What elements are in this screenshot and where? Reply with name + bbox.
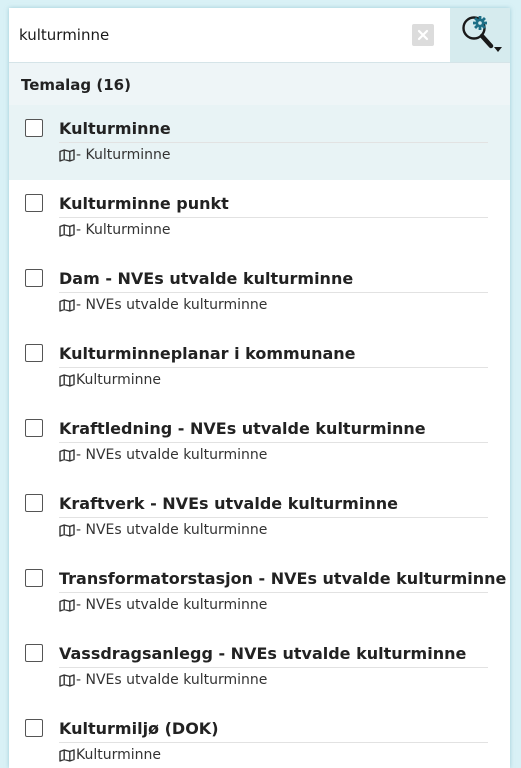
result-checkbox[interactable]: [25, 269, 43, 287]
map-icon: [59, 673, 75, 687]
result-title: Kraftledning - NVEs utvalde kulturminne: [59, 419, 426, 438]
search-panel: Temalag (16) Kulturminne - Kulturminne K…: [9, 8, 510, 768]
result-subtitle: - NVEs utvalde kulturminne: [59, 446, 267, 464]
result-divider: [59, 667, 488, 668]
close-icon: [417, 29, 429, 41]
result-subtitle: Kulturminne: [59, 371, 161, 389]
map-icon: [59, 598, 75, 612]
result-subtitle: - NVEs utvalde kulturminne: [59, 521, 267, 539]
result-subtitle: - Kulturminne: [59, 146, 171, 164]
result-subtitle-text: - NVEs utvalde kulturminne: [76, 297, 268, 313]
result-divider: [59, 742, 488, 743]
result-checkbox[interactable]: [25, 644, 43, 662]
result-item[interactable]: Kulturminne - Kulturminne: [9, 105, 510, 180]
result-item[interactable]: Vassdragsanlegg - NVEs utvalde kulturmin…: [9, 630, 510, 705]
result-checkbox[interactable]: [25, 719, 43, 737]
result-item[interactable]: Kulturminneplanar i kommunane Kulturminn…: [9, 330, 510, 405]
map-icon: [59, 748, 75, 762]
result-divider: [59, 367, 488, 368]
category-header: Temalag (16): [9, 62, 510, 105]
result-subtitle: - Kulturminne: [59, 221, 171, 239]
clear-search-button[interactable]: [412, 24, 434, 46]
result-checkbox[interactable]: [25, 494, 43, 512]
result-divider: [59, 142, 488, 143]
result-divider: [59, 292, 488, 293]
map-icon: [59, 523, 75, 537]
result-subtitle-text: - NVEs utvalde kulturminne: [76, 447, 268, 463]
result-subtitle-text: - NVEs utvalde kulturminne: [76, 672, 268, 688]
results-list: Kulturminne - Kulturminne Kulturminne pu…: [9, 105, 510, 768]
result-item[interactable]: Dam - NVEs utvalde kulturminne - NVEs ut…: [9, 255, 510, 330]
result-item[interactable]: Kulturmiljø (DOK) Kulturminne: [9, 705, 510, 768]
map-icon: [59, 448, 75, 462]
result-item[interactable]: Kraftledning - NVEs utvalde kulturminne …: [9, 405, 510, 480]
result-divider: [59, 442, 488, 443]
result-subtitle-text: - Kulturminne: [76, 147, 171, 163]
result-divider: [59, 217, 488, 218]
result-subtitle-text: - NVEs utvalde kulturminne: [76, 522, 268, 538]
result-title: Dam - NVEs utvalde kulturminne: [59, 269, 354, 288]
result-checkbox[interactable]: [25, 119, 43, 137]
result-title: Vassdragsanlegg - NVEs utvalde kulturmin…: [59, 644, 467, 663]
result-checkbox[interactable]: [25, 194, 43, 212]
result-title: Kraftverk - NVEs utvalde kulturminne: [59, 494, 398, 513]
result-subtitle: - NVEs utvalde kulturminne: [59, 671, 267, 689]
result-checkbox[interactable]: [25, 569, 43, 587]
result-subtitle-text: Kulturminne: [76, 747, 162, 763]
category-label: Temalag (16): [21, 76, 131, 94]
result-subtitle-text: - Kulturminne: [76, 222, 171, 238]
search-input[interactable]: [9, 8, 449, 62]
result-item[interactable]: Kulturminne punkt - Kulturminne: [9, 180, 510, 255]
result-checkbox[interactable]: [25, 344, 43, 362]
result-item[interactable]: Transformatorstasjon - NVEs utvalde kult…: [9, 555, 510, 630]
chevron-down-icon: [494, 47, 502, 52]
map-icon: [59, 298, 75, 312]
result-subtitle-text: Kulturminne: [76, 372, 162, 388]
result-subtitle: - NVEs utvalde kulturminne: [59, 296, 267, 314]
result-title: Kulturminne: [59, 119, 171, 138]
result-checkbox[interactable]: [25, 419, 43, 437]
map-icon: [59, 223, 75, 237]
result-item[interactable]: Kraftverk - NVEs utvalde kulturminne - N…: [9, 480, 510, 555]
map-icon: [59, 373, 75, 387]
result-title: Kulturminne punkt: [59, 194, 229, 213]
search-bar: [9, 8, 510, 62]
result-subtitle: Kulturminne: [59, 746, 161, 764]
result-subtitle-text: - NVEs utvalde kulturminne: [76, 597, 268, 613]
result-divider: [59, 517, 488, 518]
result-subtitle: - NVEs utvalde kulturminne: [59, 596, 267, 614]
result-title: Kulturmiljø (DOK): [59, 719, 219, 738]
result-divider: [59, 592, 488, 593]
result-title: Kulturminneplanar i kommunane: [59, 344, 356, 363]
result-title: Transformatorstasjon - NVEs utvalde kult…: [59, 569, 507, 588]
map-icon: [59, 148, 75, 162]
search-options-button[interactable]: [450, 8, 510, 62]
